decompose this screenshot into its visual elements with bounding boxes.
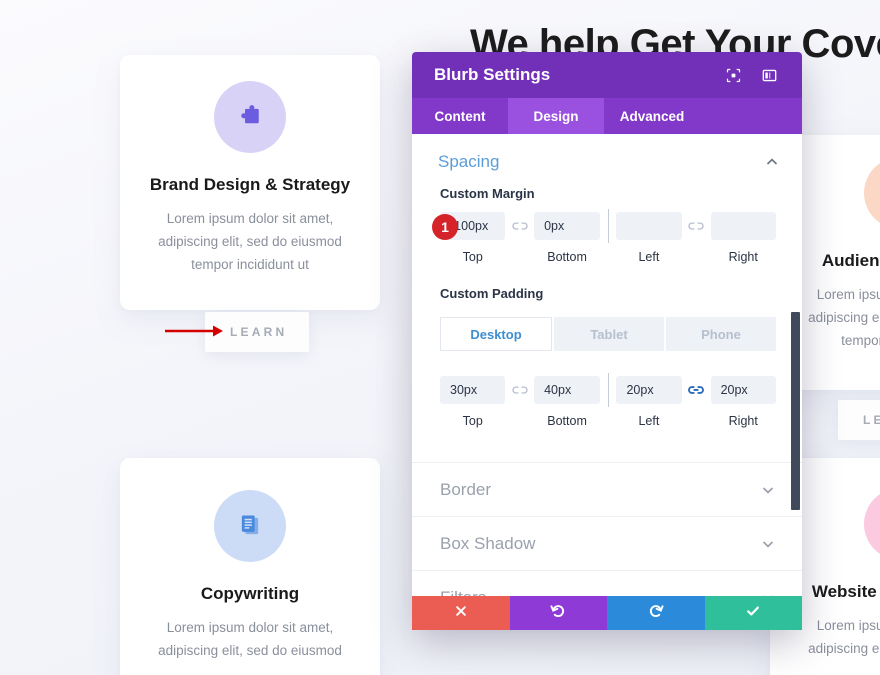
padding-vertical-link-icon[interactable] — [505, 385, 534, 396]
section-title-spacing: Spacing — [438, 152, 500, 171]
device-tab-phone[interactable]: Phone — [666, 317, 776, 351]
tab-design[interactable]: Design — [508, 98, 604, 134]
padding-horizontal-link-icon[interactable] — [682, 384, 711, 396]
modal-titlebar: Blurb Settings — [412, 52, 802, 98]
margin-right-input[interactable] — [710, 212, 776, 240]
margin-left-label: Left — [638, 250, 660, 264]
documents-icon — [214, 490, 286, 562]
accordion-box-shadow[interactable]: Box Shadow — [412, 516, 802, 570]
custom-margin-label: Custom Margin — [440, 186, 535, 201]
device-tab-desktop[interactable]: Desktop — [440, 317, 552, 351]
bar-chart-icon — [864, 157, 880, 229]
red-arrow-annotation — [165, 325, 223, 337]
focus-mode-icon[interactable] — [722, 64, 744, 86]
custom-padding-fields: 30px 40px 20px 20px — [412, 373, 802, 407]
padding-bottom-input[interactable]: 40px — [534, 376, 600, 404]
accordion-label-filters: Filters — [440, 588, 760, 597]
cancel-button[interactable] — [412, 596, 510, 630]
card-title: Brand Design & Strategy — [149, 175, 351, 194]
divider — [607, 373, 609, 407]
chevron-up-icon — [764, 154, 780, 170]
modal-body: Spacing Custom Margin 1 -100px 0px Top B… — [412, 134, 802, 596]
save-button[interactable] — [704, 596, 802, 630]
redo-icon — [648, 603, 664, 624]
modal-title: Blurb Settings — [434, 65, 551, 84]
card-title: Copywriting — [200, 584, 300, 603]
card-description: Lorem ipsum dolor sit amet, adipiscing e… — [158, 211, 342, 273]
modal-scrollbar-thumb[interactable] — [791, 312, 800, 510]
tab-content[interactable]: Content — [412, 98, 508, 134]
modal-tab-bar: Content Design Advanced — [412, 98, 802, 134]
accordion-border[interactable]: Border — [412, 462, 802, 516]
accordion-label-border: Border — [440, 479, 492, 499]
custom-margin-labels: Top Bottom Left Right — [412, 243, 802, 264]
puzzle-icon — [214, 81, 286, 153]
accordion-label-box-shadow: Box Shadow — [440, 533, 536, 553]
padding-right-label: Right — [728, 414, 758, 428]
redo-button[interactable] — [607, 596, 705, 630]
chevron-down-icon — [760, 590, 776, 596]
divider — [607, 209, 609, 243]
padding-left-label: Left — [638, 414, 660, 428]
card-description: Lorem ipsum dolor sit amet, adipiscing e… — [158, 620, 342, 659]
padding-left-input[interactable]: 20px — [616, 376, 682, 404]
margin-top-label: Top — [462, 250, 483, 264]
margin-horizontal-link-icon[interactable] — [682, 221, 711, 232]
padding-top-input[interactable]: 30px — [440, 376, 506, 404]
service-card-brand-design[interactable]: Brand Design & Strategy Lorem ipsum dolo… — [120, 55, 380, 310]
close-icon — [454, 604, 468, 623]
chevron-down-icon — [760, 482, 776, 498]
service-card-copywriting[interactable]: Copywriting Lorem ipsum dolor sit amet, … — [120, 458, 380, 675]
margin-right-label: Right — [728, 250, 758, 264]
undo-icon — [550, 603, 566, 624]
monitor-icon — [864, 488, 880, 560]
learn-button-audience-analytics[interactable]: LEARN — [838, 400, 880, 440]
step-badge-1: 1 — [432, 214, 458, 240]
tab-advanced[interactable]: Advanced — [604, 98, 700, 134]
custom-padding-label: Custom Padding — [440, 286, 544, 301]
margin-bottom-label: Bottom — [547, 250, 587, 264]
modal-footer — [412, 596, 802, 630]
padding-device-tabs: Desktop Tablet Phone — [440, 317, 776, 351]
layout-panel-icon[interactable] — [758, 64, 780, 86]
padding-bottom-label: Bottom — [547, 414, 587, 428]
custom-margin-fields: 1 -100px 0px — [412, 209, 802, 243]
padding-right-input[interactable]: 20px — [710, 376, 776, 404]
undo-button[interactable] — [509, 596, 607, 630]
device-tab-tablet[interactable]: Tablet — [554, 317, 664, 351]
accordion-filters[interactable]: Filters — [412, 570, 802, 596]
margin-left-input[interactable] — [616, 212, 682, 240]
section-header-spacing[interactable]: Spacing — [412, 134, 802, 186]
chevron-down-icon — [760, 536, 776, 552]
custom-padding-labels: Top Bottom Left Right — [412, 407, 802, 428]
margin-vertical-link-icon[interactable] — [505, 221, 534, 232]
margin-bottom-input[interactable]: 0px — [534, 212, 600, 240]
padding-top-label: Top — [462, 414, 483, 428]
check-icon — [745, 603, 761, 624]
blurb-settings-modal: Blurb Settings Content Design Advanced S… — [412, 52, 802, 630]
app-screen: We help Get Your Covered Brand Design & … — [0, 0, 880, 675]
